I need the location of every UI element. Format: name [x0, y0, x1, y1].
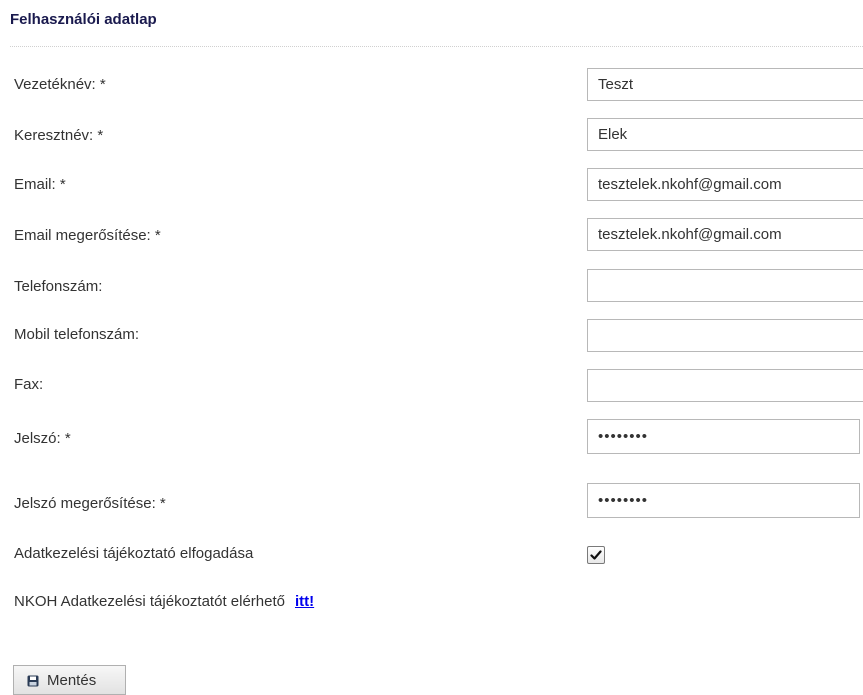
email-confirm-label: Email megerősítése: *: [14, 227, 161, 244]
privacy-accept-label: Adatkezelési tájékoztató elfogadása: [14, 545, 254, 562]
title-divider: [10, 46, 863, 47]
phone-input[interactable]: [587, 269, 863, 302]
email-label: Email: *: [14, 176, 66, 193]
last-name-label: Vezetéknév: *: [14, 76, 106, 93]
fax-label: Fax:: [14, 376, 44, 393]
privacy-info-line: NKOH Adatkezelési tájékoztatót elérhető i…: [14, 593, 314, 610]
email-input[interactable]: [587, 168, 863, 201]
email-confirm-input[interactable]: [587, 218, 863, 251]
save-button-label: Mentés: [47, 671, 97, 689]
mobile-input[interactable]: [587, 319, 863, 352]
password-confirm-input[interactable]: [587, 483, 860, 518]
mobile-label: Mobil telefonszám:: [14, 326, 140, 343]
password-label: Jelszó: *: [14, 430, 71, 447]
privacy-info-text: NKOH Adatkezelési tájékoztatót elérhető: [14, 593, 285, 610]
last-name-input[interactable]: [587, 68, 863, 101]
password-confirm-label: Jelszó megerősítése: *: [14, 495, 166, 512]
password-input[interactable]: [587, 419, 860, 454]
first-name-label: Keresztnév: *: [14, 127, 104, 144]
fax-input[interactable]: [587, 369, 863, 402]
first-name-input[interactable]: [587, 118, 863, 151]
privacy-accept-checkbox[interactable]: [587, 546, 605, 564]
phone-label: Telefonszám:: [14, 278, 103, 295]
page-title: Felhasználói adatlap: [10, 11, 157, 28]
checkmark-icon: [590, 550, 602, 560]
floppy-disk-icon: [27, 675, 39, 686]
privacy-info-link[interactable]: itt!: [295, 593, 314, 610]
